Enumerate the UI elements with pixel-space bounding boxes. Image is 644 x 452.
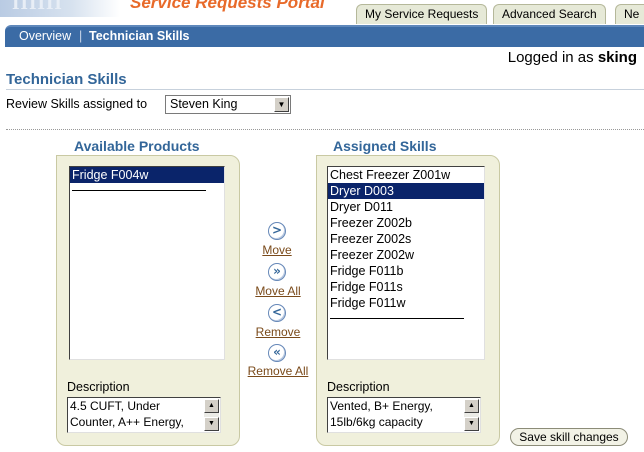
available-products-title: Available Products xyxy=(74,138,200,154)
logged-in-label: Logged in as xyxy=(507,49,594,66)
save-skill-changes-button[interactable]: Save skill changes xyxy=(510,428,628,446)
list-item[interactable]: Fridge F011b xyxy=(328,263,484,279)
scroll-down-icon[interactable]: ▼ xyxy=(204,417,219,431)
subnav-overview-link[interactable]: Overview xyxy=(19,29,71,43)
chevron-down-icon[interactable]: ▼ xyxy=(274,97,289,112)
list-item[interactable]: Fridge F011w xyxy=(328,295,484,311)
technician-select[interactable]: Steven King ▼ xyxy=(165,95,291,114)
assigned-description-label: Description xyxy=(327,380,390,394)
assigned-skills-panel: Chest Freezer Z001w Dryer D003 Dryer D011 F… xyxy=(316,155,500,446)
list-item[interactable]: Freezer Z002w xyxy=(328,247,484,263)
tab-my-service-requests[interactable]: My Service Requests xyxy=(356,4,488,24)
available-products-list[interactable]: Fridge F004w xyxy=(69,166,225,360)
list-placeholder-line xyxy=(330,318,464,319)
review-skills-label: Review Skills assigned to xyxy=(6,97,148,111)
move-icon[interactable]: > xyxy=(268,222,286,240)
assigned-skills-list[interactable]: Chest Freezer Z001w Dryer D003 Dryer D011 F… xyxy=(327,166,485,360)
subnav-separator: | xyxy=(79,29,83,43)
available-products-panel: Fridge F004w Description 4.5 CUFT, Under… xyxy=(56,155,240,446)
logged-in-status: Logged in as sking xyxy=(508,49,637,66)
assigned-description-field[interactable]: Vented, B+ Energy, 15lb/6kg capacity ▲ ▼ xyxy=(327,397,481,433)
available-description-scrollbar[interactable]: ▲ ▼ xyxy=(204,399,219,431)
available-description-label: Description xyxy=(67,380,130,394)
list-item[interactable]: Freezer Z002b xyxy=(328,215,484,231)
technician-select-value: Steven King xyxy=(170,97,238,111)
list-item[interactable]: Dryer D011 xyxy=(328,199,484,215)
remove-all-link[interactable]: Remove All xyxy=(243,364,313,378)
sub-navigation-bar: Overview | Technician Skills xyxy=(5,25,644,47)
available-description-text: 4.5 CUFT, Under Counter, A++ Energy, xyxy=(70,399,184,429)
assigned-skills-title: Assigned Skills xyxy=(333,138,437,154)
move-all-icon[interactable]: » xyxy=(268,263,286,281)
list-item[interactable]: Dryer D003 xyxy=(328,183,484,199)
page-title: Technician Skills xyxy=(6,71,127,88)
tab-new[interactable]: Ne xyxy=(615,4,644,24)
list-item[interactable]: Chest Freezer Z001w xyxy=(328,167,484,183)
list-item[interactable]: Freezer Z002s xyxy=(328,231,484,247)
list-placeholder-line xyxy=(72,190,206,191)
remove-link[interactable]: Remove xyxy=(252,325,304,339)
move-all-link[interactable]: Move All xyxy=(250,284,306,298)
scroll-up-icon[interactable]: ▲ xyxy=(464,399,479,413)
tab-advanced-search[interactable]: Advanced Search xyxy=(493,4,606,24)
title-divider xyxy=(6,89,644,90)
assigned-description-text: Vented, B+ Energy, 15lb/6kg capacity xyxy=(330,399,433,429)
brand-logo-text: IIIIII xyxy=(12,0,63,13)
brand-logo: IIIIII xyxy=(0,0,120,17)
list-item[interactable]: Fridge F004w xyxy=(70,167,224,183)
available-description-field[interactable]: 4.5 CUFT, Under Counter, A++ Energy, ▲ ▼ xyxy=(67,397,221,433)
assigned-description-scrollbar[interactable]: ▲ ▼ xyxy=(464,399,479,431)
scroll-down-icon[interactable]: ▼ xyxy=(464,417,479,431)
move-link[interactable]: Move xyxy=(258,243,296,257)
remove-all-icon[interactable]: « xyxy=(268,344,286,362)
subnav-current-page: Technician Skills xyxy=(89,29,190,43)
remove-icon[interactable]: < xyxy=(268,304,286,322)
logged-in-user: sking xyxy=(597,49,637,66)
portal-title: Service Requests Portal xyxy=(130,0,325,12)
section-divider xyxy=(6,129,644,130)
scroll-up-icon[interactable]: ▲ xyxy=(204,399,219,413)
list-item[interactable]: Fridge F011s xyxy=(328,279,484,295)
